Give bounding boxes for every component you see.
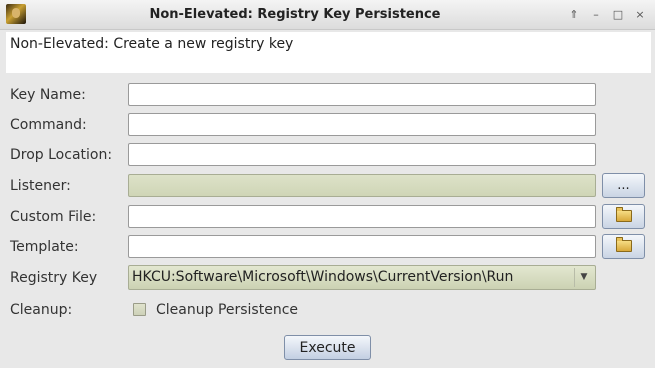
key-name-label: Key Name: <box>10 87 86 103</box>
listener-input[interactable] <box>128 174 596 197</box>
cleanup-persistence-checkbox-label[interactable]: Cleanup Persistence <box>156 299 298 321</box>
custom-file-label: Custom File: <box>10 209 97 225</box>
command-input[interactable] <box>128 113 596 136</box>
folder-icon <box>615 207 632 222</box>
window-title: Non-Elevated: Registry Key Persistence <box>149 7 441 22</box>
command-label: Command: <box>10 117 87 133</box>
title-bar: Non-Elevated: Registry Key Persistence ⇑… <box>0 0 655 30</box>
listener-browse-button[interactable]: ... <box>602 173 645 198</box>
folder-icon <box>615 237 632 252</box>
custom-file-browse-button[interactable] <box>602 204 645 229</box>
chevron-down-icon[interactable]: ▼ <box>574 268 593 287</box>
registry-key-select[interactable]: HKCU:Software\Microsoft\Windows\CurrentV… <box>128 265 596 290</box>
custom-file-input[interactable] <box>128 205 596 228</box>
execute-button[interactable]: Execute <box>284 335 371 360</box>
registry-key-selected-value: HKCU:Software\Microsoft\Windows\CurrentV… <box>132 269 514 285</box>
cleanup-persistence-checkbox[interactable] <box>133 303 146 316</box>
listener-label: Listener: <box>10 178 71 194</box>
maximize-window-icon[interactable]: □ <box>610 7 626 23</box>
template-input[interactable] <box>128 235 596 258</box>
registry-key-label: Registry Key <box>10 270 98 286</box>
close-window-icon[interactable]: × <box>632 7 648 23</box>
drop-location-input[interactable] <box>128 143 596 166</box>
minimize-window-icon[interactable]: – <box>588 7 604 23</box>
key-name-input[interactable] <box>128 83 596 106</box>
drop-location-label: Drop Location: <box>10 147 113 163</box>
shade-window-icon[interactable]: ⇑ <box>566 7 582 23</box>
description-panel: Non-Elevated: Create a new registry key <box>6 32 651 73</box>
template-browse-button[interactable] <box>602 234 645 259</box>
template-label: Template: <box>10 239 79 255</box>
cleanup-label: Cleanup: <box>10 302 73 318</box>
description-text: Non-Elevated: Create a new registry key <box>10 36 294 52</box>
